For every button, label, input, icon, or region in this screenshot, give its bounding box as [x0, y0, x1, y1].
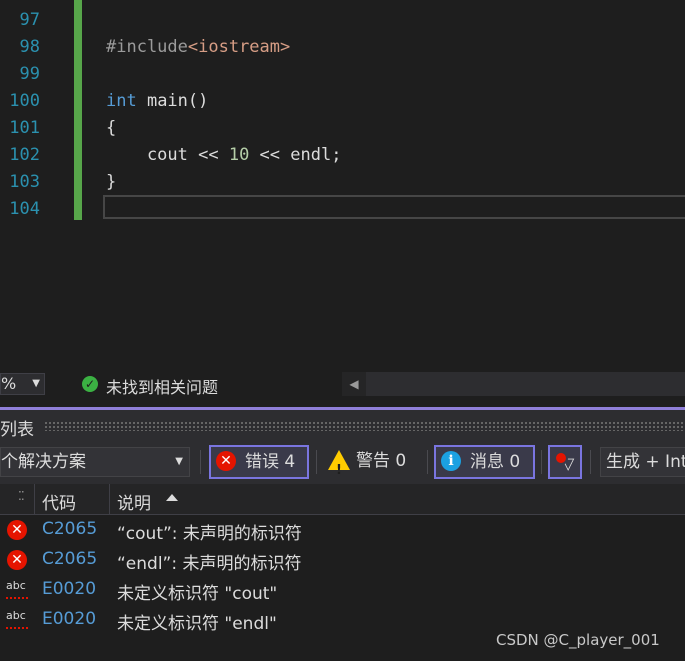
current-line-highlight — [103, 195, 685, 219]
check-circle-icon[interactable]: ✓ — [82, 376, 98, 392]
main-declaration: main() — [136, 91, 209, 111]
code-line-include[interactable]: #include<iostream> — [106, 37, 290, 57]
error-icon: ✕ — [216, 451, 236, 471]
intellisense-abc-icon: abc — [6, 610, 28, 629]
editor-status-bar: % ▼ ✓ 未找到相关问题 ◀ — [0, 370, 685, 398]
scope-value: 个解决方案 — [1, 452, 86, 472]
toolbar-separator — [541, 450, 542, 474]
watermark: CSDN @C_player_001 — [496, 631, 660, 649]
line-number: 97 — [19, 10, 40, 30]
chevron-down-icon: ▼ — [32, 378, 40, 389]
column-separator[interactable] — [109, 484, 110, 514]
title-bar-grip[interactable] — [44, 421, 685, 431]
line-number: 99 — [19, 64, 40, 84]
line-number: 100 — [9, 91, 40, 111]
info-icon: i — [441, 451, 461, 471]
toolbar-separator — [427, 450, 428, 474]
column-separator[interactable] — [34, 484, 35, 514]
messages-filter-button[interactable]: i 消息 0 — [434, 445, 535, 479]
error-code[interactable]: C2065 — [42, 549, 97, 569]
scope-dropdown[interactable]: 个解决方案 ▼ — [0, 447, 190, 477]
warnings-filter-button[interactable]: ! 警告 0 — [322, 445, 422, 479]
intellisense-abc-icon: abc — [6, 580, 28, 599]
error-description: “cout”: 未声明的标识符 — [117, 524, 302, 544]
error-description: “endl”: 未声明的标识符 — [117, 554, 302, 574]
horizontal-scrollbar[interactable] — [366, 372, 685, 396]
sort-ascending-icon — [166, 494, 178, 501]
line-number: 102 — [9, 145, 40, 165]
warning-icon: ! — [328, 450, 350, 478]
change-tracking-bar — [74, 0, 82, 220]
code-line-open-brace[interactable]: { — [106, 118, 116, 138]
code-line-close-brace[interactable]: } — [106, 172, 116, 192]
build-filter-value: 生成 + IntelliSense — [606, 452, 685, 472]
table-row[interactable]: ✕ C2065 “endl”: 未声明的标识符 — [0, 545, 685, 575]
error-description: 未定义标识符 "cout" — [117, 584, 278, 604]
table-row[interactable]: abc E0020 未定义标识符 "cout" — [0, 575, 685, 605]
column-header-code[interactable]: 代码 — [42, 489, 76, 514]
error-list-title-bar[interactable]: 列表 — [0, 410, 685, 442]
endl-part: << endl; — [249, 145, 342, 165]
include-target: <iostream> — [187, 37, 291, 57]
error-code[interactable]: C2065 — [42, 519, 97, 539]
code-editor[interactable]: 97 98 99 100 101 102 103 104 #include<io… — [0, 0, 685, 370]
line-number: 98 — [19, 37, 40, 57]
code-line-cout[interactable]: cout << 10 << endl; — [106, 145, 342, 165]
cout-statement: cout << — [106, 145, 229, 165]
messages-count-label: 消息 0 — [470, 452, 521, 472]
error-icon: ✕ — [7, 550, 27, 570]
scroll-left-arrow-icon[interactable]: ◀ — [342, 372, 366, 396]
error-list-column-header: ⁚⁚ 代码 说明 — [0, 484, 685, 515]
table-row[interactable]: ✕ C2065 “cout”: 未声明的标识符 — [0, 515, 685, 545]
zoom-value: % — [1, 374, 17, 393]
filter-toggle-button[interactable]: ▽ — [548, 445, 582, 479]
include-directive: #include — [106, 37, 188, 57]
number-literal: 10 — [228, 145, 250, 165]
toolbar-separator — [316, 450, 317, 474]
toolbar-separator — [590, 450, 591, 474]
errors-filter-button[interactable]: ✕ 错误 4 — [209, 445, 309, 479]
column-grip-icon[interactable]: ⁚⁚ — [18, 489, 25, 503]
chevron-down-icon: ▼ — [175, 456, 183, 467]
panel-title: 列表 — [0, 420, 34, 440]
error-icon: ✕ — [7, 520, 27, 540]
error-list-toolbar: 个解决方案 ▼ ✕ 错误 4 ! 警告 0 i 消息 0 ▽ 生成 + Inte… — [0, 442, 685, 484]
error-code[interactable]: E0020 — [42, 609, 96, 629]
error-description: 未定义标识符 "endl" — [117, 614, 277, 634]
toolbar-separator — [200, 450, 201, 474]
health-status-text[interactable]: 未找到相关问题 — [106, 374, 218, 398]
line-number: 101 — [9, 118, 40, 138]
errors-count-label: 错误 4 — [245, 452, 296, 472]
keyword-int: int — [106, 91, 137, 111]
zoom-dropdown[interactable]: % ▼ — [0, 373, 45, 395]
warnings-count-label: 警告 0 — [356, 451, 407, 471]
line-number: 104 — [9, 199, 40, 219]
filter-active-indicator — [554, 451, 568, 465]
build-intellisense-dropdown[interactable]: 生成 + IntelliSense — [600, 447, 685, 477]
code-line-main[interactable]: int main() — [106, 91, 208, 111]
column-header-description[interactable]: 说明 — [117, 489, 151, 514]
error-code[interactable]: E0020 — [42, 579, 96, 599]
line-number: 103 — [9, 172, 40, 192]
